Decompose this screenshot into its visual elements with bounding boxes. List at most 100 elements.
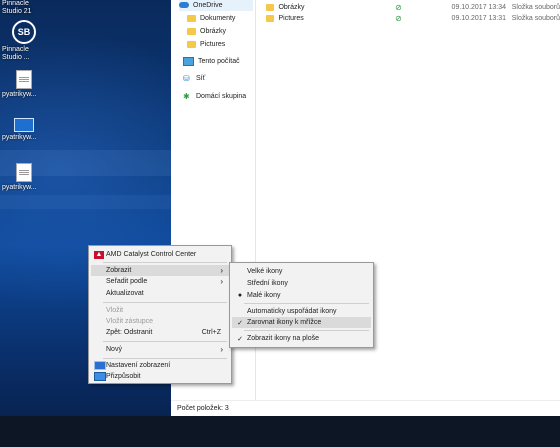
- menu-item-vlozit-zastupce[interactable]: Vložit zástupce: [91, 316, 229, 327]
- menu-separator: [103, 302, 227, 303]
- menu-separator: [103, 341, 227, 342]
- chevron-right-icon: ›: [220, 345, 223, 354]
- chevron-right-icon: ›: [220, 266, 223, 275]
- desktop-icon-label: Pinnacle: [2, 46, 29, 53]
- menu-item-label: Velké ikony: [247, 268, 283, 275]
- nav-item-obrazky[interactable]: Obrázky: [187, 25, 226, 37]
- file-type: Složka souborů: [511, 14, 560, 22]
- submenu-item-show-icons[interactable]: ✓ Zobrazit ikony na ploše: [232, 333, 371, 344]
- menu-item-label: Malé ikony: [247, 292, 281, 299]
- sync-status-icon: ⊘: [395, 2, 402, 12]
- desktop-icon-label: Studio ...: [2, 54, 30, 61]
- homegroup-icon: ✱: [183, 91, 190, 101]
- menu-item-label: Vložit zástupce: [106, 318, 154, 325]
- computer-icon: [183, 56, 194, 66]
- file-type: Složka souborů: [511, 3, 560, 11]
- desktop-icon-pinnacle-21[interactable]: Pinnacle Studio 21: [0, 0, 48, 16]
- nav-item-label: Domácí skupina: [196, 92, 247, 100]
- view-submenu: Velké ikony Střední ikony ● Malé ikony A…: [229, 262, 374, 348]
- bullet-icon: ●: [237, 292, 243, 299]
- menu-item-label: Nastavení zobrazení: [106, 362, 171, 369]
- menu-separator: [244, 303, 369, 304]
- menu-item-label: Zobrazit: [106, 267, 132, 274]
- menu-item-nastaveni-zobrazeni[interactable]: Nastavení zobrazení: [91, 360, 229, 371]
- menu-item-aktualizovat[interactable]: Aktualizovat: [91, 288, 229, 299]
- menu-item-label: Seřadit podle: [106, 278, 148, 285]
- desktop-icon-label: Studio 21: [2, 8, 32, 15]
- taskbar: [0, 416, 560, 447]
- amd-icon: ▲: [94, 250, 104, 259]
- network-icon: ⛁: [183, 73, 190, 83]
- cloud-icon: [179, 2, 189, 8]
- monitor-icon: [14, 118, 34, 132]
- file-row[interactable]: Pictures ⊘ 09.10.2017 13:31 Složka soubo…: [256, 12, 560, 24]
- menu-item-label: Nový: [106, 346, 122, 353]
- menu-item-amd[interactable]: ▲ AMD Catalyst Control Center: [91, 249, 229, 260]
- menu-item-vlozit[interactable]: Vložit: [91, 305, 229, 316]
- menu-item-label: Aktualizovat: [106, 290, 144, 297]
- nav-item-label: Tento počítač: [198, 57, 240, 65]
- nav-item-homegroup[interactable]: ✱ Domácí skupina: [183, 90, 246, 102]
- menu-separator: [244, 330, 369, 331]
- menu-item-zobrazit[interactable]: Zobrazit ›: [91, 265, 229, 276]
- menu-item-novy[interactable]: Nový ›: [91, 344, 229, 355]
- nav-item-onedrive[interactable]: OneDrive: [179, 0, 253, 11]
- menu-item-label: Automaticky uspořádat ikony: [247, 308, 337, 315]
- submenu-item-large-icons[interactable]: Velké ikony: [232, 266, 371, 277]
- folder-icon: [187, 14, 196, 22]
- file-date: 09.10.2017 13:34: [451, 3, 507, 11]
- menu-item-label: Střední ikony: [247, 280, 288, 287]
- folder-icon: [187, 40, 196, 48]
- menu-item-label: AMD Catalyst Control Center: [106, 251, 197, 258]
- file-name: Pictures: [278, 14, 304, 22]
- menu-separator: [103, 262, 227, 263]
- nav-item-label: Pictures: [200, 40, 226, 48]
- desktop-context-menu: ▲ AMD Catalyst Control Center Zobrazit ›…: [88, 245, 232, 384]
- desktop-icon-label: Pinnacle: [2, 0, 29, 7]
- nav-item-label: Síť: [196, 74, 206, 82]
- document-icon: [16, 70, 32, 89]
- submenu-item-small-icons[interactable]: ● Malé ikony: [232, 290, 371, 301]
- wallpaper-light-beam: [0, 195, 190, 209]
- checkmark-icon: ✓: [237, 319, 243, 327]
- submenu-item-auto-arrange[interactable]: Automaticky uspořádat ikony: [232, 306, 371, 317]
- menu-item-label: Zarovnat ikony k mřížce: [247, 319, 322, 326]
- sync-status-icon: ⊘: [395, 13, 402, 23]
- desktop-icon-label: pyatrikyw...: [2, 184, 37, 191]
- file-name: Obrázky: [278, 3, 305, 11]
- desktop-icon-file-3[interactable]: pyatrikyw...: [0, 163, 48, 192]
- submenu-item-medium-icons[interactable]: Střední ikony: [232, 278, 371, 289]
- menu-item-seradit[interactable]: Seřadit podle ›: [91, 276, 229, 287]
- folder-icon: [266, 14, 275, 22]
- menu-item-prizpusobit[interactable]: Přizpůsobit: [91, 371, 229, 382]
- menu-separator: [103, 358, 227, 359]
- nav-item-pictures[interactable]: Pictures: [187, 38, 225, 50]
- desktop-icon-label: pyatrikyw...: [2, 91, 37, 98]
- menu-item-zpet[interactable]: Zpět: Odstranit Ctrl+Z: [91, 327, 229, 338]
- desktop-icon-label: pyatrikyw...: [2, 134, 37, 141]
- nav-item-dokumenty[interactable]: Dokumenty: [187, 12, 235, 24]
- menu-item-label: Přizpůsobit: [106, 373, 141, 380]
- menu-item-label: Vložit: [106, 307, 124, 314]
- submenu-item-align-grid[interactable]: ✓ Zarovnat ikony k mřížce: [232, 317, 371, 328]
- nav-item-this-pc[interactable]: Tento počítač: [183, 55, 240, 67]
- item-count: Počet položek: 3: [177, 405, 229, 412]
- pinnacle-logo-icon: SB: [12, 20, 36, 44]
- desktop-icon-file-1[interactable]: pyatrikyw...: [0, 70, 48, 99]
- file-date: 09.10.2017 13:31: [451, 14, 507, 22]
- checkmark-icon: ✓: [237, 335, 243, 343]
- folder-icon: [266, 3, 275, 11]
- nav-item-label: Dokumenty: [200, 14, 236, 22]
- desktop-icon-file-2[interactable]: pyatrikyw...: [0, 118, 48, 142]
- desktop-icon-pinnacle-studio[interactable]: SB Pinnacle Studio ...: [0, 20, 48, 62]
- nav-item-label: Obrázky: [200, 27, 227, 35]
- document-icon: [16, 163, 32, 182]
- chevron-right-icon: ›: [220, 277, 223, 286]
- folder-icon: [187, 27, 196, 35]
- menu-item-label: Zpět: Odstranit: [106, 329, 153, 336]
- display-settings-icon: [94, 361, 106, 370]
- nav-item-network[interactable]: ⛁ Síť: [183, 72, 205, 84]
- nav-item-label: OneDrive: [193, 1, 223, 9]
- status-bar: Počet položek: 3: [171, 400, 560, 416]
- shortcut-label: Ctrl+Z: [201, 329, 221, 336]
